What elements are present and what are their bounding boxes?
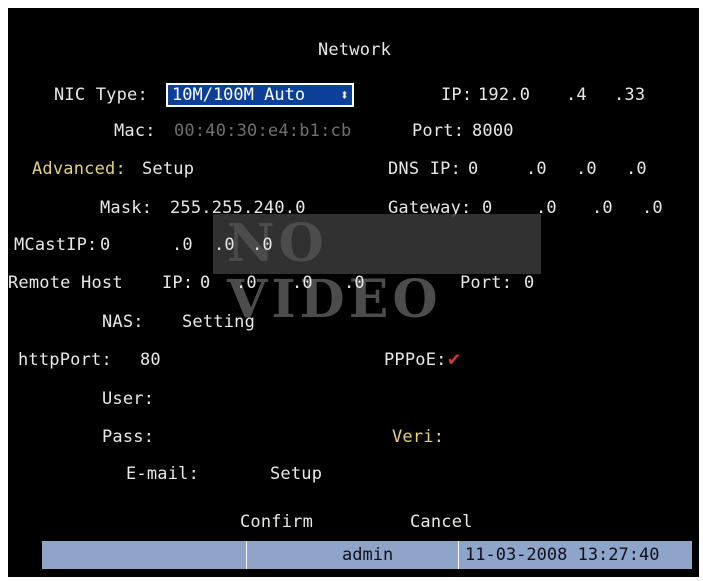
port-label: Port: <box>412 121 465 141</box>
nic-type-select[interactable]: 10M/100M Auto ⬍ <box>166 83 354 107</box>
port-value[interactable]: 8000 <box>472 121 514 141</box>
nic-type-value: 10M/100M Auto <box>172 85 306 105</box>
remote-host-label: Remote Host <box>8 273 123 293</box>
remote-host-octet-1[interactable]: 0 <box>200 273 210 293</box>
no-video-text: NO VIDEO <box>227 213 442 330</box>
ip-octet-1[interactable]: 192.0 <box>478 85 530 105</box>
status-user: admin <box>342 545 394 565</box>
user-label: User: <box>102 389 155 409</box>
page-title: Network <box>318 40 392 60</box>
status-segment-user: admin <box>247 541 459 569</box>
email-label: E-mail: <box>126 464 200 484</box>
network-settings-screen: Network NIC Type: 10M/100M Auto ⬍ IP: 19… <box>8 8 699 577</box>
dns-ip-label: DNS IP: <box>388 159 462 179</box>
dns-octet-3[interactable]: .0 <box>576 159 597 179</box>
mcast-ip-label: MCastIP: <box>14 235 98 255</box>
mask-label: Mask: <box>100 198 153 218</box>
remote-host-octet-2[interactable]: .0 <box>236 273 257 293</box>
mcast-octet-1[interactable]: 0 <box>100 235 110 255</box>
mcast-octet-4[interactable]: .0 <box>252 235 273 255</box>
dns-octet-2[interactable]: .0 <box>526 159 547 179</box>
http-port-label: httpPort: <box>18 350 112 370</box>
ip-label: IP: <box>441 85 473 105</box>
pppoe-checkbox-check-icon[interactable]: ✔ <box>448 348 460 368</box>
status-datetime: 11-03-2008 13:27:40 <box>465 545 660 565</box>
email-setup-button[interactable]: Setup <box>270 464 322 484</box>
ip-octet-2[interactable]: .4 <box>566 85 587 105</box>
remote-host-ip-label: IP: <box>162 273 194 293</box>
mcast-octet-2[interactable]: .0 <box>172 235 193 255</box>
mac-label: Mac: <box>114 121 156 141</box>
gateway-octet-3[interactable]: .0 <box>592 198 613 218</box>
pppoe-label: PPPoE: <box>384 350 447 370</box>
nas-label: NAS: <box>102 312 144 332</box>
nic-type-label: NIC Type: <box>54 85 148 105</box>
pass-label: Pass: <box>102 427 155 447</box>
gateway-octet-4[interactable]: .0 <box>642 198 663 218</box>
advanced-setup-button[interactable]: Setup <box>142 159 194 179</box>
status-segment-empty <box>42 541 247 569</box>
http-port-value[interactable]: 80 <box>140 350 161 370</box>
remote-host-port-value[interactable]: 0 <box>524 273 534 293</box>
remote-host-octet-4[interactable]: .0 <box>344 273 365 293</box>
remote-host-port-label: Port: <box>460 273 513 293</box>
confirm-button[interactable]: Confirm <box>240 512 313 532</box>
ip-octet-3[interactable]: .33 <box>614 85 645 105</box>
advanced-label: Advanced: <box>32 159 126 179</box>
status-segment-datetime: 11-03-2008 13:27:40 <box>459 541 692 569</box>
mcast-octet-3[interactable]: .0 <box>214 235 235 255</box>
dns-octet-1[interactable]: 0 <box>468 159 478 179</box>
mac-value: 00:40:30:e4:b1:cb <box>174 121 352 141</box>
remote-host-octet-3[interactable]: .0 <box>292 273 313 293</box>
dns-octet-4[interactable]: .0 <box>626 159 647 179</box>
veri-label: Veri: <box>392 427 445 447</box>
nas-setting-button[interactable]: Setting <box>182 312 255 332</box>
status-bar: admin 11-03-2008 13:27:40 <box>42 541 692 569</box>
cancel-button[interactable]: Cancel <box>410 512 473 532</box>
updown-arrow-icon: ⬍ <box>339 86 349 104</box>
